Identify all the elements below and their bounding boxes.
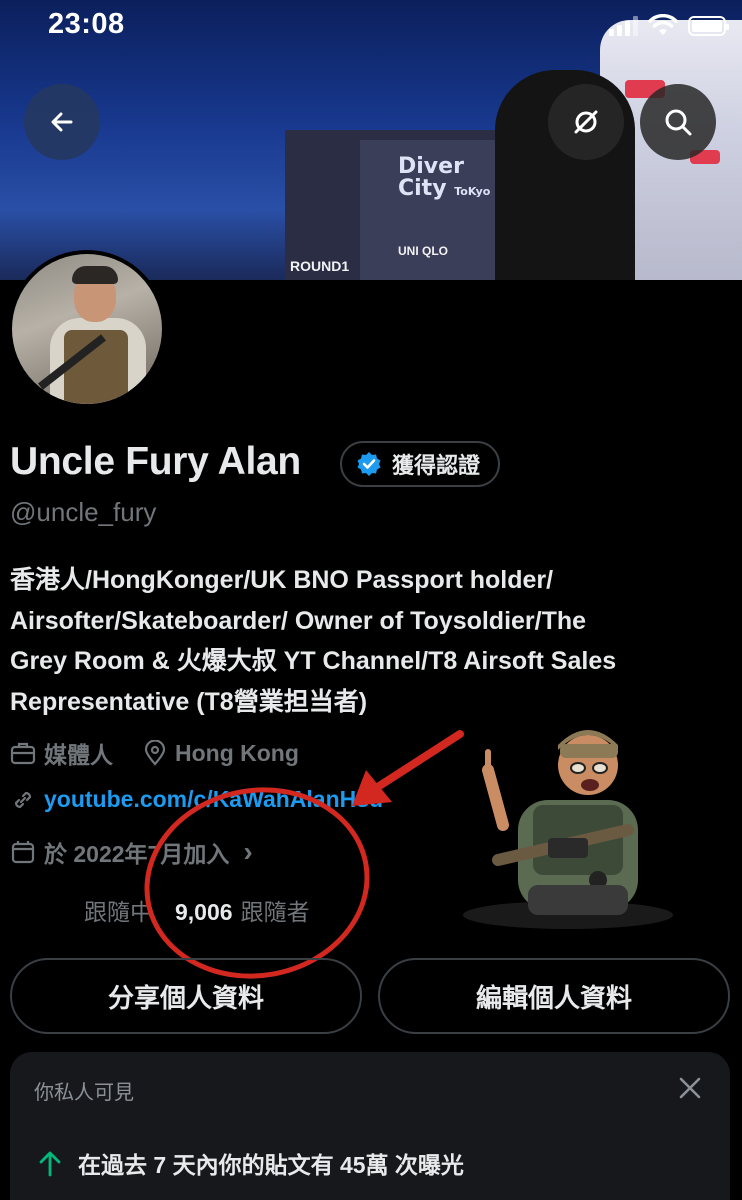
verified-badge-icon — [357, 452, 381, 476]
status-time: 23:08 — [48, 8, 125, 40]
bio-line: Airsofter/Skateboarder/ Owner of Toysold… — [10, 606, 587, 635]
mute-button[interactable] — [548, 84, 624, 160]
search-icon — [665, 109, 692, 136]
annotation-arrow — [352, 730, 464, 806]
search-button[interactable] — [640, 84, 716, 160]
bio-line: Grey Room & 火爆大叔 YT Channel/T8 Airsoft S… — [10, 647, 617, 675]
back-arrow-icon — [51, 112, 73, 132]
status-icons — [609, 14, 729, 36]
share-profile-button[interactable]: 分享個人資料 — [10, 958, 362, 1034]
banner-sign-uniqlo: UNI QLO — [398, 244, 448, 258]
location-label: Hong Kong — [175, 739, 299, 766]
link-icon — [14, 791, 32, 808]
verified-label: 獲得認證 — [392, 453, 481, 478]
calendar-icon — [11, 841, 35, 864]
briefcase-icon — [10, 742, 36, 765]
banner-sign-divercity: Diver City ToKyo — [398, 154, 491, 201]
banner-sign-round1: ROUND1 — [290, 258, 350, 274]
category-label: 媒體人 — [44, 742, 113, 768]
cellular-signal-icon — [609, 16, 638, 36]
profile-meta: 媒體人 Hong Kong — [10, 736, 321, 770]
close-icon[interactable] — [676, 1074, 704, 1102]
impressions-row[interactable]: 在過去 7 天內你的貼文有 45萬 次曝光 — [38, 1146, 464, 1180]
username-handle: @uncle_fury — [10, 497, 157, 527]
sticker-image — [463, 730, 673, 929]
battery-icon — [688, 16, 729, 36]
bio-line: 香港人/HongKonger/UK BNO Passport holder/ — [10, 566, 554, 594]
impressions-text: 在過去 7 天內你的貼文有 45萬 次曝光 — [78, 1152, 464, 1178]
edit-profile-button[interactable]: 編輯個人資料 — [378, 958, 730, 1034]
wifi-icon — [648, 14, 678, 35]
avatar-hair — [72, 266, 118, 284]
display-name: Uncle Fury Alan — [10, 440, 301, 483]
location-item: Hong Kong — [143, 740, 299, 767]
category-item: 媒體人 — [10, 736, 113, 770]
profile-banner: Diver City ToKyo UNI QLO ROUND1 — [0, 0, 742, 280]
private-card-title: 你私人可見 — [34, 1082, 134, 1104]
mute-icon — [574, 110, 598, 134]
location-pin-icon — [144, 740, 166, 766]
arrow-up-icon — [39, 1151, 61, 1177]
private-insights-card: 你私人可見 在過去 7 天內你的貼文有 45萬 次曝光 — [10, 1052, 730, 1200]
following-link[interactable]: 跟隨中 — [84, 893, 153, 927]
profile-bio: 香港人/HongKonger/UK BNO Passport holder/ A… — [10, 560, 730, 722]
verified-badge-button[interactable]: 獲得認證 — [340, 441, 501, 487]
profile-avatar[interactable] — [8, 250, 166, 408]
back-button[interactable] — [24, 84, 100, 160]
